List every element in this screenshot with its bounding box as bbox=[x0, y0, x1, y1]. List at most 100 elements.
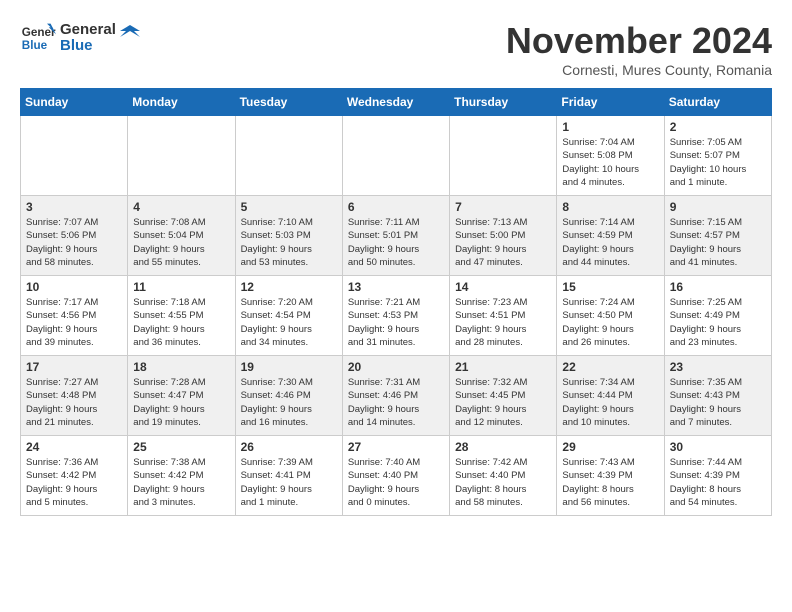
calendar-cell: 6Sunrise: 7:11 AM Sunset: 5:01 PM Daylig… bbox=[342, 196, 449, 276]
calendar-cell: 16 Sunrise: 7:25 AM Sunset: 4:49 PM Dayli… bbox=[664, 276, 771, 356]
day-number: 26 bbox=[241, 440, 337, 454]
weekday-header-sunday: Sunday bbox=[21, 89, 128, 116]
day-number: 27 bbox=[348, 440, 444, 454]
day-number: 18 bbox=[133, 360, 229, 374]
weekday-header-monday: Monday bbox=[128, 89, 235, 116]
calendar-cell: 27 Sunrise: 7:40 AM Sunset: 4:40 PM Dayli… bbox=[342, 436, 449, 516]
day-number: 9 bbox=[670, 200, 766, 214]
day-info: Sunrise: 7:35 AM Sunset: 4:43 PM Dayligh… bbox=[670, 376, 766, 429]
day-number: 19 bbox=[241, 360, 337, 374]
day-number: 14 bbox=[455, 280, 551, 294]
day-number: 30 bbox=[670, 440, 766, 454]
calendar-cell: 30 Sunrise: 7:44 AM Sunset: 4:39 PM Dayli… bbox=[664, 436, 771, 516]
calendar-cell: 23 Sunrise: 7:35 AM Sunset: 4:43 PM Dayli… bbox=[664, 356, 771, 436]
weekday-header-saturday: Saturday bbox=[664, 89, 771, 116]
calendar-cell bbox=[128, 116, 235, 196]
day-number: 17 bbox=[26, 360, 122, 374]
day-info: Sunrise: 7:17 AM Sunset: 4:56 PM Dayligh… bbox=[26, 296, 122, 349]
day-info: Sunrise: 7:28 AM Sunset: 4:47 PM Dayligh… bbox=[133, 376, 229, 429]
calendar-cell: 4Sunrise: 7:08 AM Sunset: 5:04 PM Daylig… bbox=[128, 196, 235, 276]
calendar-cell: 11Sunrise: 7:18 AM Sunset: 4:55 PM Dayli… bbox=[128, 276, 235, 356]
weekday-header-tuesday: Tuesday bbox=[235, 89, 342, 116]
logo-icon: General Blue bbox=[20, 20, 56, 56]
day-info: Sunrise: 7:40 AM Sunset: 4:40 PM Dayligh… bbox=[348, 456, 444, 509]
calendar-cell: 15Sunrise: 7:24 AM Sunset: 4:50 PM Dayli… bbox=[557, 276, 664, 356]
logo-general: General bbox=[60, 22, 140, 39]
calendar-cell: 8 Sunrise: 7:14 AM Sunset: 4:59 PM Daylig… bbox=[557, 196, 664, 276]
day-number: 15 bbox=[562, 280, 658, 294]
day-info: Sunrise: 7:36 AM Sunset: 4:42 PM Dayligh… bbox=[26, 456, 122, 509]
day-number: 8 bbox=[562, 200, 658, 214]
calendar-cell: 18 Sunrise: 7:28 AM Sunset: 4:47 PM Dayli… bbox=[128, 356, 235, 436]
day-number: 7 bbox=[455, 200, 551, 214]
day-number: 25 bbox=[133, 440, 229, 454]
day-info: Sunrise: 7:25 AM Sunset: 4:49 PM Dayligh… bbox=[670, 296, 766, 349]
weekday-header-wednesday: Wednesday bbox=[342, 89, 449, 116]
day-info: Sunrise: 7:31 AM Sunset: 4:46 PM Dayligh… bbox=[348, 376, 444, 429]
day-info: Sunrise: 7:34 AM Sunset: 4:44 PM Dayligh… bbox=[562, 376, 658, 429]
day-number: 12 bbox=[241, 280, 337, 294]
title-block: November 2024 Cornesti, Mures County, Ro… bbox=[506, 20, 772, 78]
month-title: November 2024 bbox=[506, 20, 772, 62]
calendar-cell: 2 Sunrise: 7:05 AM Sunset: 5:07 PM Daylig… bbox=[664, 116, 771, 196]
day-info: Sunrise: 7:04 AM Sunset: 5:08 PM Dayligh… bbox=[562, 136, 658, 189]
location-subtitle: Cornesti, Mures County, Romania bbox=[506, 62, 772, 78]
day-info: Sunrise: 7:20 AM Sunset: 4:54 PM Dayligh… bbox=[241, 296, 337, 349]
calendar-cell: 10 Sunrise: 7:17 AM Sunset: 4:56 PM Dayli… bbox=[21, 276, 128, 356]
calendar-cell: 22 Sunrise: 7:34 AM Sunset: 4:44 PM Dayli… bbox=[557, 356, 664, 436]
calendar-cell: 7Sunrise: 7:13 AM Sunset: 5:00 PM Daylig… bbox=[450, 196, 557, 276]
day-info: Sunrise: 7:39 AM Sunset: 4:41 PM Dayligh… bbox=[241, 456, 337, 509]
day-number: 13 bbox=[348, 280, 444, 294]
day-info: Sunrise: 7:18 AM Sunset: 4:55 PM Dayligh… bbox=[133, 296, 229, 349]
day-number: 23 bbox=[670, 360, 766, 374]
weekday-header-row: SundayMondayTuesdayWednesdayThursdayFrid… bbox=[21, 89, 772, 116]
day-number: 20 bbox=[348, 360, 444, 374]
day-number: 5 bbox=[241, 200, 337, 214]
day-number: 2 bbox=[670, 120, 766, 134]
calendar-cell: 17 Sunrise: 7:27 AM Sunset: 4:48 PM Dayli… bbox=[21, 356, 128, 436]
day-number: 21 bbox=[455, 360, 551, 374]
calendar-cell: 12 Sunrise: 7:20 AM Sunset: 4:54 PM Dayli… bbox=[235, 276, 342, 356]
calendar-cell: 3Sunrise: 7:07 AM Sunset: 5:06 PM Daylig… bbox=[21, 196, 128, 276]
day-info: Sunrise: 7:10 AM Sunset: 5:03 PM Dayligh… bbox=[241, 216, 337, 269]
weekday-header-thursday: Thursday bbox=[450, 89, 557, 116]
day-info: Sunrise: 7:15 AM Sunset: 4:57 PM Dayligh… bbox=[670, 216, 766, 269]
calendar-cell: 24Sunrise: 7:36 AM Sunset: 4:42 PM Dayli… bbox=[21, 436, 128, 516]
weekday-header-friday: Friday bbox=[557, 89, 664, 116]
day-info: Sunrise: 7:43 AM Sunset: 4:39 PM Dayligh… bbox=[562, 456, 658, 509]
logo-bird-icon bbox=[120, 23, 140, 37]
day-info: Sunrise: 7:07 AM Sunset: 5:06 PM Dayligh… bbox=[26, 216, 122, 269]
calendar-cell: 5 Sunrise: 7:10 AM Sunset: 5:03 PM Daylig… bbox=[235, 196, 342, 276]
calendar-cell: 25Sunrise: 7:38 AM Sunset: 4:42 PM Dayli… bbox=[128, 436, 235, 516]
day-number: 16 bbox=[670, 280, 766, 294]
calendar-cell bbox=[342, 116, 449, 196]
calendar-cell: 13 Sunrise: 7:21 AM Sunset: 4:53 PM Dayli… bbox=[342, 276, 449, 356]
day-number: 1 bbox=[562, 120, 658, 134]
calendar-week-row: 24Sunrise: 7:36 AM Sunset: 4:42 PM Dayli… bbox=[21, 436, 772, 516]
day-info: Sunrise: 7:21 AM Sunset: 4:53 PM Dayligh… bbox=[348, 296, 444, 349]
calendar-cell: 9 Sunrise: 7:15 AM Sunset: 4:57 PM Daylig… bbox=[664, 196, 771, 276]
page-header: General Blue General Blue November 2024 … bbox=[20, 20, 772, 78]
day-info: Sunrise: 7:08 AM Sunset: 5:04 PM Dayligh… bbox=[133, 216, 229, 269]
calendar-week-row: 17 Sunrise: 7:27 AM Sunset: 4:48 PM Dayli… bbox=[21, 356, 772, 436]
calendar-cell: 26 Sunrise: 7:39 AM Sunset: 4:41 PM Dayli… bbox=[235, 436, 342, 516]
day-info: Sunrise: 7:05 AM Sunset: 5:07 PM Dayligh… bbox=[670, 136, 766, 189]
day-number: 28 bbox=[455, 440, 551, 454]
day-info: Sunrise: 7:14 AM Sunset: 4:59 PM Dayligh… bbox=[562, 216, 658, 269]
calendar-cell: 19 Sunrise: 7:30 AM Sunset: 4:46 PM Dayli… bbox=[235, 356, 342, 436]
calendar-cell: 14Sunrise: 7:23 AM Sunset: 4:51 PM Dayli… bbox=[450, 276, 557, 356]
day-info: Sunrise: 7:44 AM Sunset: 4:39 PM Dayligh… bbox=[670, 456, 766, 509]
day-number: 22 bbox=[562, 360, 658, 374]
svg-text:Blue: Blue bbox=[22, 39, 48, 52]
calendar-cell: 20 Sunrise: 7:31 AM Sunset: 4:46 PM Dayli… bbox=[342, 356, 449, 436]
day-info: Sunrise: 7:32 AM Sunset: 4:45 PM Dayligh… bbox=[455, 376, 551, 429]
calendar-cell bbox=[235, 116, 342, 196]
day-info: Sunrise: 7:30 AM Sunset: 4:46 PM Dayligh… bbox=[241, 376, 337, 429]
calendar-table: SundayMondayTuesdayWednesdayThursdayFrid… bbox=[20, 88, 772, 516]
day-info: Sunrise: 7:27 AM Sunset: 4:48 PM Dayligh… bbox=[26, 376, 122, 429]
day-info: Sunrise: 7:11 AM Sunset: 5:01 PM Dayligh… bbox=[348, 216, 444, 269]
day-number: 10 bbox=[26, 280, 122, 294]
calendar-cell bbox=[21, 116, 128, 196]
calendar-week-row: 1 Sunrise: 7:04 AM Sunset: 5:08 PM Daylig… bbox=[21, 116, 772, 196]
calendar-cell: 28Sunrise: 7:42 AM Sunset: 4:40 PM Dayli… bbox=[450, 436, 557, 516]
